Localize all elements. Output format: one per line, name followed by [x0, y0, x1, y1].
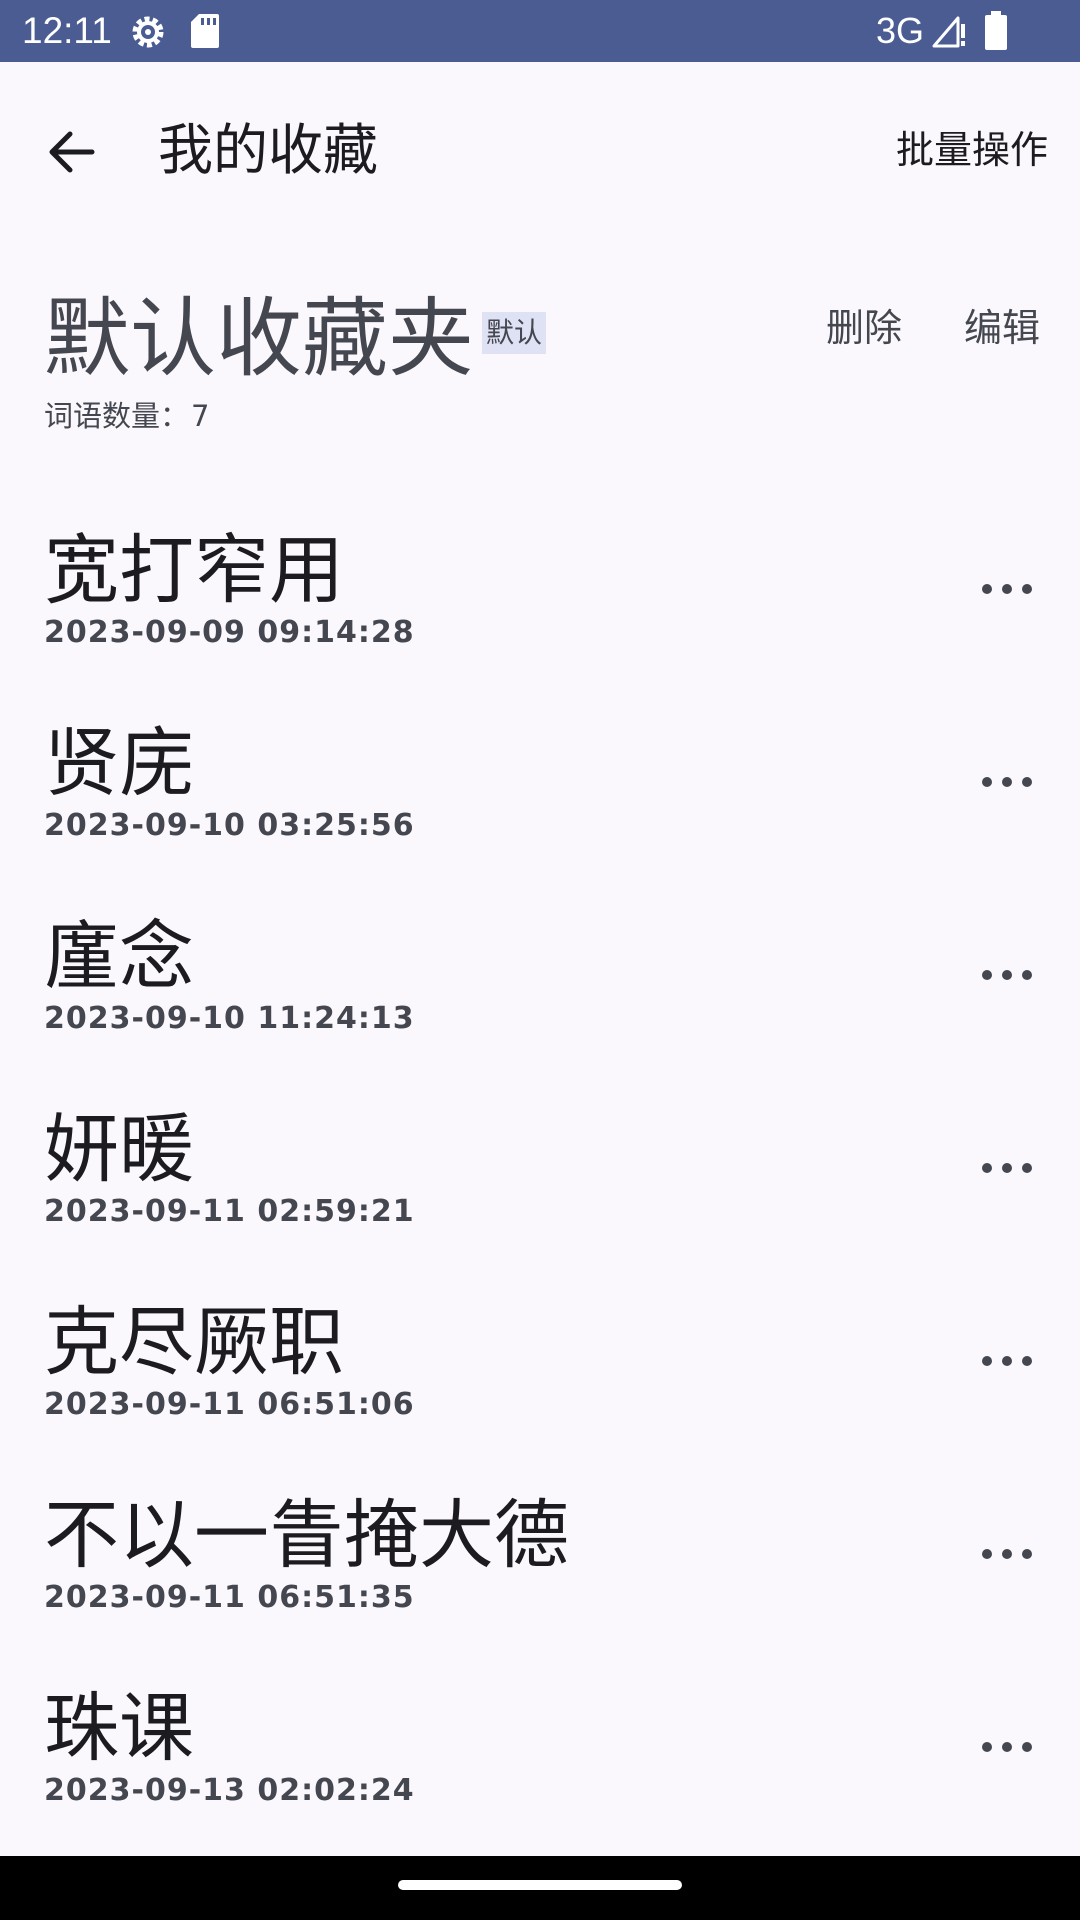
more-horiz-icon[interactable] [976, 1330, 1038, 1392]
item-timestamp: 2023-09-13 02:02:24 [44, 1773, 415, 1808]
more-horiz-icon[interactable] [976, 944, 1038, 1006]
item-timestamp: 2023-09-10 11:24:13 [44, 1001, 415, 1036]
home-gesture-handle[interactable] [398, 1880, 682, 1890]
signal-icon [932, 16, 965, 48]
gear-icon [132, 16, 164, 48]
item-timestamp: 2023-09-11 06:51:06 [44, 1387, 415, 1422]
item-word: 妍暖 [44, 1105, 195, 1193]
folder-name: 默认收藏夹 [44, 289, 474, 389]
more-horiz-icon[interactable] [976, 751, 1038, 813]
screen: 12:11 3G 我的收藏 批量操作 默认收藏夹 默认 删除 编辑 词语数量：7… [0, 0, 1080, 1920]
item-word: 珠课 [44, 1684, 195, 1772]
arrow-back-icon[interactable] [34, 114, 110, 190]
word-count-label: 词语数量： [44, 399, 190, 433]
list-item[interactable]: 珠课 2023-09-13 02:02:24 [0, 1668, 1080, 1861]
app-bar: 我的收藏 批量操作 [0, 62, 1080, 236]
batch-operation-button[interactable]: 批量操作 [896, 120, 1048, 180]
list-item[interactable]: 克尽厥职 2023-09-11 06:51:06 [0, 1282, 1080, 1475]
item-word: 宽打窄用 [44, 526, 345, 614]
item-timestamp: 2023-09-09 09:14:28 [44, 615, 415, 650]
more-horiz-icon[interactable] [976, 1137, 1038, 1199]
default-badge: 默认 [482, 312, 547, 354]
item-word: 克尽厥职 [44, 1298, 345, 1386]
status-time: 12:11 [22, 10, 112, 51]
item-timestamp: 2023-09-10 03:25:56 [44, 808, 415, 843]
item-timestamp: 2023-09-11 02:59:21 [44, 1194, 415, 1229]
list-item[interactable]: 廑念 2023-09-10 11:24:13 [0, 896, 1080, 1089]
edit-folder-button[interactable]: 编辑 [964, 298, 1040, 358]
more-horiz-icon[interactable] [976, 1716, 1038, 1778]
navigation-bar [0, 1856, 1080, 1920]
sd-card-icon [191, 14, 219, 48]
list-item[interactable]: 贤庑 2023-09-10 03:25:56 [0, 703, 1080, 896]
folder-header: 默认收藏夹 默认 删除 编辑 词语数量：7 [0, 236, 1080, 466]
network-type: 3G [876, 10, 925, 51]
item-timestamp: 2023-09-11 06:51:35 [44, 1580, 415, 1615]
more-horiz-icon[interactable] [976, 558, 1038, 620]
battery-icon [985, 11, 1007, 50]
status-bar: 12:11 3G [0, 0, 1080, 62]
delete-folder-button[interactable]: 删除 [826, 298, 902, 358]
more-horiz-icon[interactable] [976, 1523, 1038, 1585]
word-count-value: 7 [191, 399, 210, 433]
word-count: 词语数量：7 [44, 396, 209, 436]
list-item[interactable]: 宽打窄用 2023-09-09 09:14:28 [0, 510, 1080, 703]
item-word: 贤庑 [44, 719, 195, 807]
list-item[interactable]: 妍暖 2023-09-11 02:59:21 [0, 1089, 1080, 1282]
word-list: 宽打窄用 2023-09-09 09:14:28 贤庑 2023-09-10 0… [0, 510, 1080, 1861]
list-item[interactable]: 不以一眚掩大德 2023-09-11 06:51:35 [0, 1475, 1080, 1668]
item-word: 不以一眚掩大德 [44, 1491, 570, 1579]
page-title: 我的收藏 [158, 118, 379, 182]
item-word: 廑念 [44, 912, 195, 1000]
